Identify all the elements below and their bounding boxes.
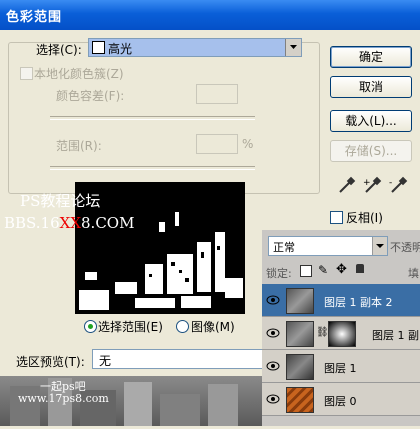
selection-radio-label: 选择范围(E) bbox=[98, 320, 163, 334]
lock-move-icon[interactable]: ✥ bbox=[336, 262, 347, 277]
eye-icon[interactable] bbox=[266, 361, 280, 371]
blend-mode-value: 正常 bbox=[273, 241, 295, 254]
invert-checkbox[interactable] bbox=[330, 211, 343, 224]
localized-label: 本地化颜色簇(Z) bbox=[34, 67, 124, 81]
window-title: 色彩范围 bbox=[6, 10, 63, 25]
lock-label: 锁定: bbox=[266, 267, 292, 280]
load-button[interactable]: 载入(L)... bbox=[330, 110, 412, 132]
select-value: 高光 bbox=[108, 42, 133, 56]
layer-name: 图层 1 bbox=[324, 362, 357, 375]
chevron-down-icon[interactable] bbox=[285, 39, 301, 56]
eye-icon[interactable] bbox=[266, 295, 280, 305]
watermark-forum-name: PS教程论坛 bbox=[20, 192, 101, 210]
watermark-site-part1: BBS.16 bbox=[4, 214, 60, 232]
layer-thumbnail bbox=[286, 354, 314, 380]
eyedropper-plus-icon[interactable]: + bbox=[362, 176, 382, 196]
select-label: 选择(C): bbox=[36, 43, 82, 57]
watermark-site: BBS.16XX8.COM bbox=[4, 214, 134, 232]
eye-icon[interactable] bbox=[266, 394, 280, 404]
svg-text:+: + bbox=[363, 178, 371, 188]
layer-row[interactable]: ⛓ 图层 1 副 bbox=[262, 317, 420, 350]
layer-thumbnail bbox=[286, 321, 314, 347]
preview-image bbox=[75, 182, 245, 314]
save-button[interactable]: 存储(S)... bbox=[330, 140, 412, 162]
lock-paint-icon[interactable]: ✎ bbox=[318, 263, 328, 277]
layer-name: 图层 1 副本 2 bbox=[324, 296, 393, 309]
selection-radio[interactable] bbox=[84, 320, 97, 333]
range-unit: % bbox=[242, 137, 254, 151]
range-field[interactable] bbox=[196, 134, 238, 154]
lock-all-icon[interactable] bbox=[356, 264, 364, 273]
fuzziness-slider[interactable] bbox=[50, 116, 255, 120]
watermark-url: www.17ps8.com bbox=[18, 392, 109, 405]
layer-row[interactable]: 图层 1 bbox=[262, 350, 420, 383]
range-slider[interactable] bbox=[50, 166, 255, 170]
layer-thumbnail bbox=[286, 288, 314, 314]
watermark-site-part3: 8.COM bbox=[81, 214, 135, 232]
layer-thumbnail bbox=[286, 387, 314, 413]
image-radio-label: 图像(M) bbox=[191, 320, 235, 334]
watermark-site-part2: XX bbox=[59, 214, 82, 232]
chevron-down-icon[interactable] bbox=[372, 237, 387, 255]
eyedropper-icon[interactable] bbox=[336, 176, 356, 196]
eyedropper-minus-icon[interactable]: - bbox=[388, 176, 408, 196]
preview-dropdown[interactable]: 无 bbox=[92, 349, 264, 369]
layer-name: 图层 1 副 bbox=[372, 329, 419, 342]
title-bar[interactable]: 色彩范围 bbox=[0, 0, 420, 30]
opacity-label: 不透明 bbox=[390, 241, 420, 254]
eye-icon[interactable] bbox=[266, 328, 280, 338]
ok-button[interactable]: 确定 bbox=[330, 46, 412, 68]
layer-row[interactable]: 图层 1 副本 2 bbox=[262, 284, 420, 317]
layer-name: 图层 0 bbox=[324, 395, 357, 408]
preview-label: 选区预览(T): bbox=[16, 355, 85, 369]
svg-text:-: - bbox=[389, 178, 392, 188]
layer-mask-thumbnail[interactable] bbox=[328, 321, 356, 347]
layer-row[interactable]: 图层 0 bbox=[262, 383, 420, 416]
fill-label: 填 bbox=[408, 267, 419, 280]
lock-transparency-icon[interactable] bbox=[300, 265, 312, 277]
layers-panel: 正常 不透明 锁定: ✎ ✥ 填 图层 1 副本 2 ⛓ 图层 1 副 图层 1… bbox=[262, 230, 420, 426]
color-swatch-icon bbox=[92, 41, 105, 54]
invert-label: 反相(I) bbox=[346, 211, 383, 225]
chain-link-icon[interactable]: ⛓ bbox=[316, 327, 329, 338]
blend-mode-dropdown[interactable]: 正常 bbox=[268, 236, 388, 256]
fuzziness-field[interactable] bbox=[196, 84, 238, 104]
localized-checkbox[interactable] bbox=[20, 67, 33, 80]
select-dropdown[interactable]: 高光 bbox=[88, 38, 302, 57]
cancel-button[interactable]: 取消 bbox=[330, 76, 412, 98]
image-radio[interactable] bbox=[176, 320, 189, 333]
range-label: 范围(R): bbox=[56, 139, 102, 153]
preview-value: 无 bbox=[99, 354, 112, 368]
fuzziness-label: 颜色容差(F): bbox=[56, 89, 125, 103]
